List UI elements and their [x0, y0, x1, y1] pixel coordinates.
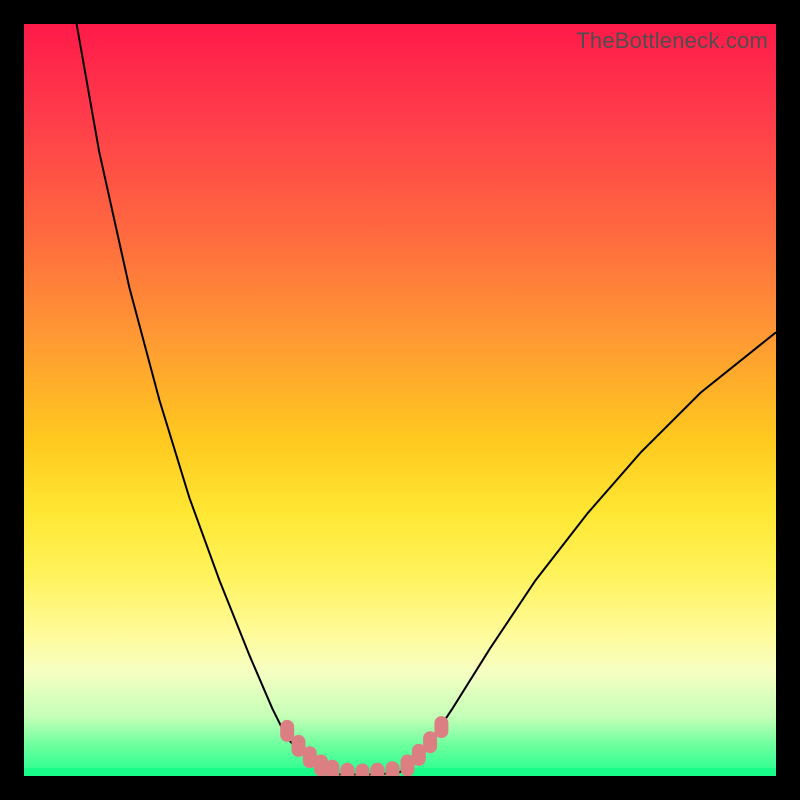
marker-group: [280, 716, 448, 776]
curve-right-branch: [400, 332, 776, 772]
marker-point: [370, 763, 384, 776]
marker-point: [423, 731, 437, 753]
plot-area: TheBottleneck.com: [24, 24, 776, 776]
curve-left-branch: [77, 24, 325, 772]
marker-point: [386, 761, 400, 776]
marker-point: [340, 763, 354, 776]
marker-point: [434, 716, 448, 738]
chart-svg: [24, 24, 776, 776]
marker-point: [280, 720, 294, 742]
outer-frame: TheBottleneck.com: [0, 0, 800, 800]
watermark-text: TheBottleneck.com: [576, 28, 768, 54]
marker-point: [325, 760, 339, 776]
marker-point: [355, 764, 369, 777]
